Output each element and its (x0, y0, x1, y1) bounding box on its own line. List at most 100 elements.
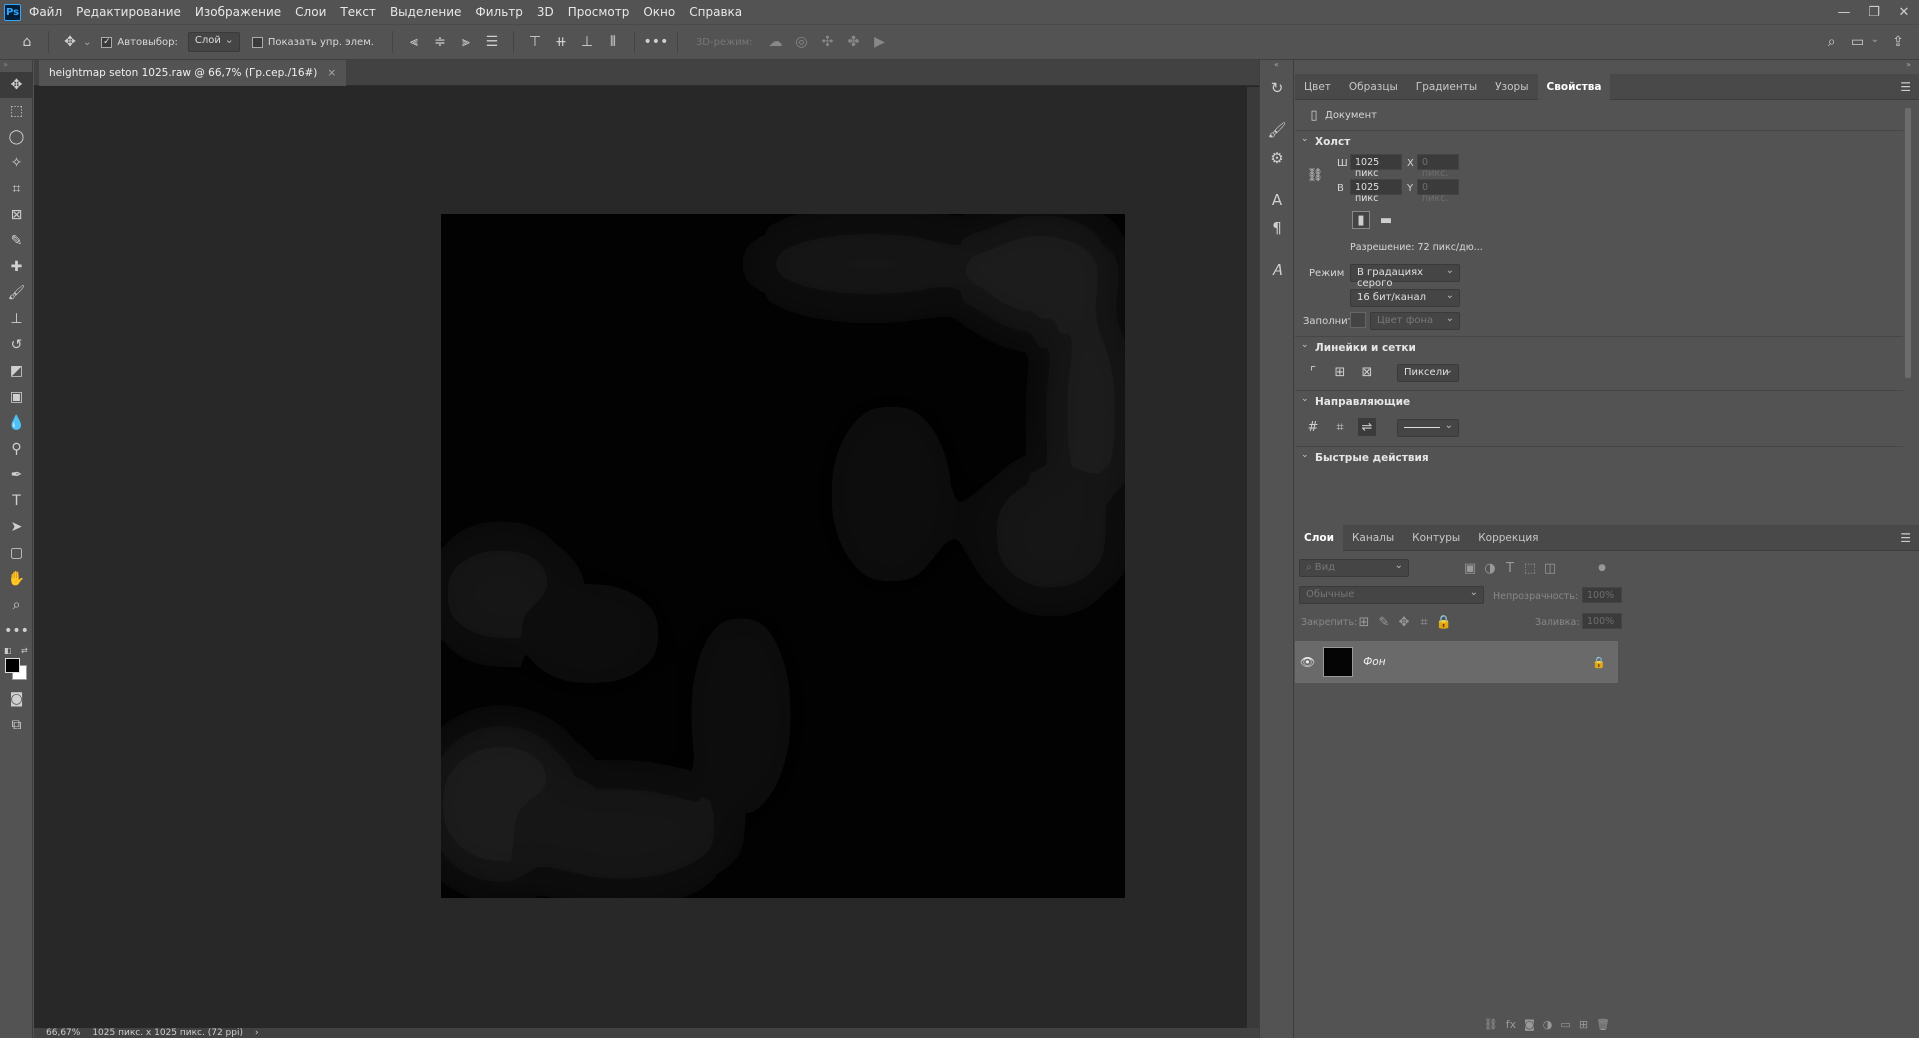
new-layer-icon[interactable]: ⊞ (1579, 1018, 1588, 1031)
autoselect-dropdown[interactable]: Слой (187, 32, 240, 52)
color-mode-dropdown[interactable]: В градациях серого (1350, 264, 1460, 289)
align-bottom-icon[interactable]: ⊥ (576, 31, 598, 53)
eraser-tool-icon[interactable]: ◩ (0, 358, 33, 384)
lasso-tool-icon[interactable]: ◯ (0, 124, 33, 150)
workspace-icon[interactable]: ▭ (1847, 31, 1869, 53)
restore-button[interactable]: ❐ (1859, 0, 1889, 24)
fill-opacity-field[interactable]: 100% (1582, 613, 1622, 629)
align-right-icon[interactable]: ⫸ (455, 31, 477, 53)
align-top-icon[interactable]: ⊤ (524, 31, 546, 53)
quick-actions-section-title[interactable]: Быстрые действия (1315, 452, 1429, 464)
distribute-horizontal-icon[interactable]: ☰ (481, 31, 503, 53)
distribute-vertical-icon[interactable]: ⦀ (602, 31, 624, 53)
filter-pixel-icon[interactable]: ▣ (1461, 559, 1479, 577)
status-menu-arrow-icon[interactable]: › (255, 1028, 259, 1038)
lock-transparent-icon[interactable]: ⊞ (1355, 613, 1373, 631)
blur-tool-icon[interactable]: 💧 (0, 410, 33, 436)
filter-toggle-icon[interactable]: ● (1593, 559, 1611, 577)
fill-dropdown[interactable]: Цвет фона (1370, 312, 1460, 330)
blend-mode-dropdown[interactable]: Обычные (1299, 586, 1484, 604)
zoom-tool-icon[interactable]: ⌕ (0, 592, 33, 618)
ruler-units-dropdown[interactable]: Пиксели (1397, 364, 1459, 382)
new-group-icon[interactable]: ▭ (1560, 1018, 1570, 1031)
stamp-tool-icon[interactable]: ⊥ (0, 306, 33, 332)
layer-style-icon[interactable]: fx (1506, 1018, 1516, 1031)
portrait-orientation-icon[interactable]: ▮ (1352, 211, 1370, 229)
delete-layer-icon[interactable]: 🗑 (1596, 1018, 1610, 1031)
quick-mask-icon[interactable]: ◙ (0, 686, 33, 712)
autoselect-checkbox[interactable]: ✓ (101, 36, 113, 48)
adjustments-panel-icon[interactable]: ⚙ (1260, 144, 1294, 172)
collapse-panels-icon[interactable]: » (1295, 60, 1919, 74)
menu-file[interactable]: Файл (27, 5, 64, 19)
smart-guides-icon[interactable]: ⇌ (1358, 418, 1376, 436)
lock-pixels-icon[interactable]: ✎ (1375, 613, 1393, 631)
roll-3d-icon[interactable]: ◎ (791, 31, 813, 53)
healing-brush-tool-icon[interactable]: ✚ (0, 254, 33, 280)
x-field[interactable]: 0 пикс. (1417, 154, 1459, 179)
layer-lock-icon[interactable]: 🔒 (1592, 656, 1606, 669)
menu-filter[interactable]: Фильтр (473, 5, 524, 19)
properties-scrollbar[interactable] (1905, 108, 1911, 378)
vertical-scrollbar[interactable] (1247, 87, 1259, 1028)
crop-tool-icon[interactable]: ⌗ (0, 176, 33, 202)
drag-3d-icon[interactable]: ✣ (817, 31, 839, 53)
tab-properties[interactable]: Свойства (1537, 73, 1611, 100)
default-colors-icon[interactable]: ◧ (4, 646, 12, 655)
path-selection-tool-icon[interactable]: ➤ (0, 514, 33, 540)
slide-3d-icon[interactable]: ✤ (843, 31, 865, 53)
close-tab-icon[interactable]: × (327, 67, 336, 79)
canvas-chevron-icon[interactable]: ⌄ (1301, 134, 1309, 144)
more-options-button[interactable]: ••• (644, 31, 669, 53)
brush-tool-icon[interactable]: 🖌 (0, 280, 33, 306)
menu-edit[interactable]: Редактирование (74, 5, 183, 19)
lock-all-icon[interactable]: 🔒 (1435, 613, 1453, 631)
height-field[interactable]: 1025 пикс (1350, 179, 1402, 204)
photoshop-logo[interactable]: Ps (4, 3, 21, 21)
add-mask-icon[interactable]: ◙ (1524, 1018, 1535, 1031)
workspace-chevron-icon[interactable]: ⌄ (1871, 34, 1879, 53)
history-panel-icon[interactable]: ↻ (1260, 74, 1294, 102)
landscape-orientation-icon[interactable]: ▬ (1377, 211, 1395, 229)
layer-visibility-eye-icon[interactable]: 👁 (1300, 655, 1315, 669)
tool-preset-chevron-icon[interactable]: ⌄ (83, 37, 91, 48)
bit-depth-dropdown[interactable]: 16 бит/канал (1350, 289, 1460, 307)
guides-chevron-icon[interactable]: ⌄ (1301, 394, 1309, 404)
menu-layers[interactable]: Слои (293, 5, 328, 19)
gradient-tool-icon[interactable]: ▣ (0, 384, 33, 410)
shape-tool-icon[interactable]: ▢ (0, 540, 33, 566)
layers-panel-menu-icon[interactable]: ☰ (1900, 531, 1911, 545)
menu-3d[interactable]: 3D (535, 5, 556, 19)
align-hcenter-icon[interactable]: ≑ (429, 31, 451, 53)
canvas-section-title[interactable]: Холст (1315, 136, 1350, 148)
tab-gradients[interactable]: Градиенты (1407, 74, 1486, 100)
paragraph-panel-icon[interactable]: ¶ (1260, 214, 1294, 242)
minimize-button[interactable]: — (1829, 0, 1859, 24)
share-icon[interactable]: ⇪ (1887, 31, 1909, 53)
menu-select[interactable]: Выделение (388, 5, 463, 19)
lock-position-icon[interactable]: ✥ (1395, 613, 1413, 631)
layer-name[interactable]: Фон (1363, 656, 1385, 668)
tab-swatches[interactable]: Образцы (1340, 74, 1407, 100)
rulers-chevron-icon[interactable]: ⌄ (1301, 340, 1309, 350)
lock-artboard-icon[interactable]: ⌗ (1415, 613, 1433, 631)
foreground-color-swatch[interactable] (5, 658, 20, 673)
tab-layers[interactable]: Слои (1295, 524, 1343, 551)
filter-shape-icon[interactable]: ⬚ (1521, 559, 1539, 577)
zoom-level[interactable]: 66,67% (46, 1028, 80, 1038)
menu-help[interactable]: Справка (687, 5, 744, 19)
marquee-tool-icon[interactable]: ⬚ (0, 98, 33, 124)
align-vcenter-icon[interactable]: ⧺ (550, 31, 572, 53)
eyedropper-tool-icon[interactable]: ✎ (0, 228, 33, 254)
tab-adjustments[interactable]: Коррекция (1469, 525, 1547, 551)
link-icon[interactable]: ⛓ (1306, 166, 1324, 184)
rulers-section-title[interactable]: Линейки и сетки (1315, 342, 1416, 354)
quick-actions-chevron-icon[interactable]: ⌄ (1301, 450, 1309, 460)
document-tab[interactable]: heightmap seton 1025.raw @ 66,7% (Гр.сер… (39, 60, 347, 86)
home-icon[interactable]: ⌂ (16, 31, 38, 53)
menu-view[interactable]: Просмотр (566, 5, 632, 19)
filter-type-icon[interactable]: T (1501, 559, 1519, 577)
fill-color-swatch[interactable] (1350, 312, 1366, 328)
hand-tool-icon[interactable]: ✋ (0, 566, 33, 592)
guides-icon[interactable]: # (1304, 418, 1322, 436)
